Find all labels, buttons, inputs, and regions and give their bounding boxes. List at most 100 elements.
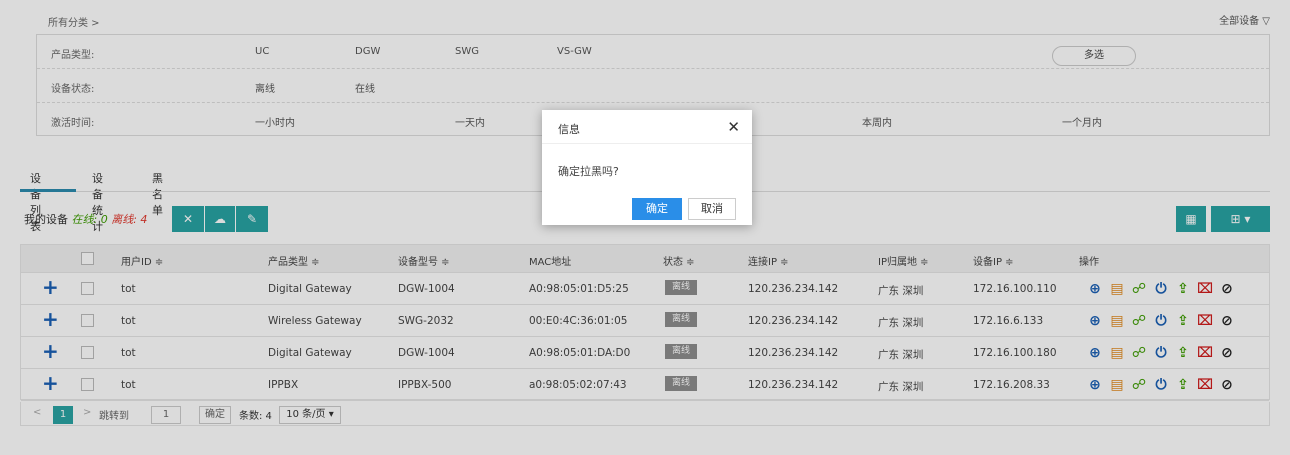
cancel-button[interactable]: 取消 [688,198,736,220]
expand-icon[interactable]: + [42,371,59,395]
filter-option-offline[interactable]: 离线 [255,80,275,95]
all-devices-dropdown[interactable]: 全部设备 ▽ [1219,12,1270,27]
filter-label: 产品类型: [51,50,95,61]
network-icon[interactable]: ▤ [1109,377,1125,393]
table-row: + tot Wireless Gateway SWG-2032 00:E0:4C:36:… [21,305,1269,337]
jump-confirm-button[interactable]: 确定 [199,406,231,424]
col-actions: 操作 [1079,257,1099,268]
expand-icon[interactable]: + [42,275,59,299]
device-table: 用户ID ≑ 产品类型 ≑ 设备型号 ≑ MAC地址 状态 ≑ 连接IP ≑ I… [20,244,1270,401]
close-icon: ✕ [182,212,194,226]
row-checkbox[interactable] [81,314,94,327]
globe-icon[interactable]: ⊕ [1087,377,1103,393]
cell-type: Wireless Gateway [268,315,362,327]
row-checkbox[interactable] [81,346,94,359]
col-conn-ip[interactable]: 连接IP ≑ [748,253,789,268]
prev-page-icon[interactable]: < [33,407,41,418]
next-page-icon[interactable]: > [83,407,91,418]
dialog-message: 确定拉黑吗? [558,165,619,178]
filter-row-product-type: 产品类型: UC DGW SWG VS-GW 多选 [37,35,1269,69]
globe-icon[interactable]: ⊕ [1087,345,1103,361]
device-page: 所有分类 > 全部设备 ▽ 产品类型: UC DGW SWG VS-GW 多选 … [0,0,1290,455]
cell-loc: 广东 深圳 [878,317,924,329]
col-device-ip[interactable]: 设备IP ≑ [973,253,1014,268]
col-model[interactable]: 设备型号 ≑ [398,253,450,268]
filter-option-day[interactable]: 一天内 [455,114,485,129]
expand-icon[interactable]: + [42,307,59,331]
filter-option-month[interactable]: 一个月内 [1062,114,1102,129]
power-icon[interactable]: ⏻ [1153,377,1169,393]
cell-user: tot [121,315,136,327]
filter-option-swg[interactable]: SWG [455,46,479,57]
power-icon[interactable]: ⏻ [1153,313,1169,329]
trash-icon[interactable]: ⌧ [1197,345,1213,361]
cell-model: DGW-1004 [398,283,455,295]
network-icon[interactable]: ▤ [1109,281,1125,297]
cell-dev_ip: 172.16.208.33 [973,379,1050,391]
trash-icon[interactable]: ⌧ [1197,281,1213,297]
status-badge: 离线 [665,312,697,327]
upgrade-icon[interactable]: ⇪ [1175,345,1191,361]
row-checkbox[interactable] [81,378,94,391]
expand-icon[interactable]: + [42,339,59,363]
edit-icon: ✎ [246,212,258,226]
block-icon[interactable]: ⊘ [1219,377,1235,393]
status-badge: 离线 [665,376,697,391]
link-icon[interactable]: ☍ [1131,345,1147,361]
filter-option-week[interactable]: 本周内 [862,114,892,129]
link-icon[interactable]: ☍ [1131,377,1147,393]
trash-icon[interactable]: ⌧ [1197,313,1213,329]
close-icon[interactable]: ✕ [727,118,740,136]
filter-label: 激活时间: [51,118,95,129]
cell-model: DGW-1004 [398,347,455,359]
filter-option-online[interactable]: 在线 [355,80,375,95]
power-icon[interactable]: ⏻ [1153,345,1169,361]
col-status[interactable]: 状态 ≑ [663,253,695,268]
upload-button[interactable]: ☁ [205,206,235,232]
filter-option-uc[interactable]: UC [255,46,269,57]
filter-option-dgw[interactable]: DGW [355,46,380,57]
link-icon[interactable]: ☍ [1131,281,1147,297]
ok-button[interactable]: 确定 [632,198,682,220]
breadcrumb[interactable]: 所有分类 > [48,14,100,29]
status-badge: 离线 [665,344,697,359]
page-button[interactable]: 1 [53,406,73,424]
filter-option-hour[interactable]: 一小时内 [255,114,295,129]
network-icon[interactable]: ▤ [1109,345,1125,361]
col-ip-location[interactable]: IP归属地 ≑ [878,253,929,268]
device-summary: 我的设备 在线: 0 离线: 4 [24,213,148,226]
page-size-select[interactable]: 10 条/页 ▾ [279,406,341,424]
multi-select-button[interactable]: 多选 [1052,46,1136,66]
col-user-id[interactable]: 用户ID ≑ [121,253,163,268]
active-tab-indicator [20,189,76,192]
upgrade-icon[interactable]: ⇪ [1175,281,1191,297]
link-icon[interactable]: ☍ [1131,313,1147,329]
table-row: + tot Digital Gateway DGW-1004 A0:98:05:01:D… [21,337,1269,369]
upgrade-icon[interactable]: ⇪ [1175,377,1191,393]
tab-blacklist[interactable]: 黑名单 [152,170,163,218]
row-checkbox[interactable] [81,282,94,295]
columns-button[interactable]: ⊞ ▾ [1211,206,1270,232]
top-bar: 所有分类 > 全部设备 ▽ [20,6,1270,32]
jump-label: 跳转到 [99,411,129,422]
jump-input[interactable]: 1 [151,406,181,424]
view-toggle-button[interactable]: ▦ [1176,206,1206,232]
globe-icon[interactable]: ⊕ [1087,313,1103,329]
power-icon[interactable]: ⏻ [1153,281,1169,297]
cell-conn_ip: 120.236.234.142 [748,315,839,327]
edit-button[interactable]: ✎ [236,206,268,232]
block-icon[interactable]: ⊘ [1219,281,1235,297]
globe-icon[interactable]: ⊕ [1087,281,1103,297]
cell-user: tot [121,283,136,295]
cell-type: IPPBX [268,379,299,391]
select-all-checkbox[interactable] [81,252,94,265]
col-product-type[interactable]: 产品类型 ≑ [268,253,320,268]
block-icon[interactable]: ⊘ [1219,345,1235,361]
delete-button[interactable]: ✕ [172,206,204,232]
block-icon[interactable]: ⊘ [1219,313,1235,329]
upgrade-icon[interactable]: ⇪ [1175,313,1191,329]
network-icon[interactable]: ▤ [1109,313,1125,329]
filter-option-vsgw[interactable]: VS-GW [557,46,592,57]
cloud-upload-icon: ☁ [214,212,226,226]
trash-icon[interactable]: ⌧ [1197,377,1213,393]
